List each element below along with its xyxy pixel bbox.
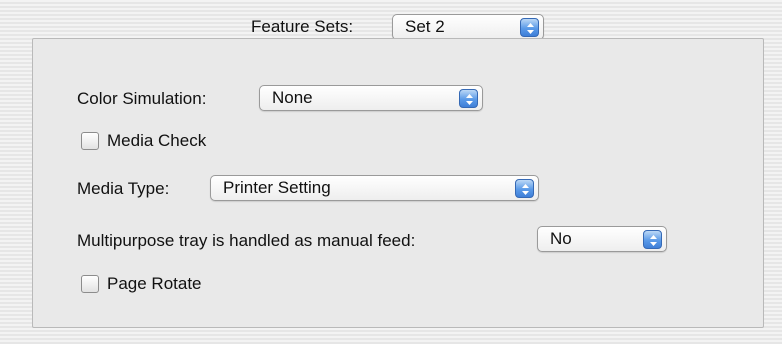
page-rotate-checkbox[interactable] bbox=[81, 275, 99, 293]
multipurpose-tray-label: Multipurpose tray is handled as manual f… bbox=[77, 231, 416, 250]
up-down-arrows-icon bbox=[643, 230, 662, 249]
multipurpose-tray-popup[interactable]: No bbox=[537, 226, 667, 252]
feature-sets-value: Set 2 bbox=[405, 17, 445, 36]
media-check-checkbox[interactable] bbox=[81, 132, 99, 150]
up-down-arrows-icon bbox=[515, 179, 534, 198]
page-rotate-label[interactable]: Page Rotate bbox=[107, 273, 202, 295]
multipurpose-tray-value: No bbox=[550, 229, 572, 248]
color-simulation-popup[interactable]: None bbox=[259, 85, 483, 111]
color-simulation-value: None bbox=[272, 88, 313, 107]
up-down-arrows-icon bbox=[520, 18, 539, 37]
media-type-value: Printer Setting bbox=[223, 178, 331, 197]
up-down-arrows-icon bbox=[459, 89, 478, 108]
color-simulation-label: Color Simulation: bbox=[77, 89, 207, 108]
feature-set-panel: Color Simulation: None Media Check Media… bbox=[32, 38, 764, 328]
feature-sets-label: Feature Sets: bbox=[251, 17, 354, 36]
media-check-label[interactable]: Media Check bbox=[107, 130, 206, 152]
media-type-label: Media Type: bbox=[77, 179, 170, 198]
media-type-popup[interactable]: Printer Setting bbox=[210, 175, 539, 201]
feature-sets-popup[interactable]: Set 2 bbox=[392, 14, 544, 40]
